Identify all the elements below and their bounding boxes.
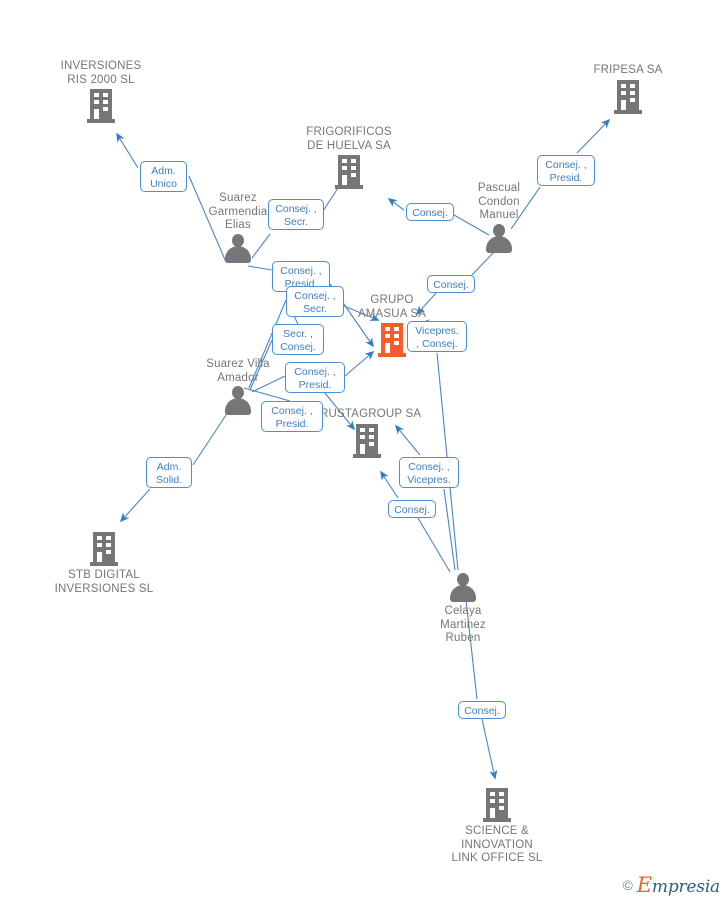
relation-label-consej-vicepres[interactable]: Consej. , Vicepres. bbox=[399, 457, 459, 488]
building-icon bbox=[614, 79, 642, 114]
relation-label-consej-secr-2[interactable]: Consej. , Secr. bbox=[286, 286, 344, 317]
person-icon bbox=[223, 385, 253, 415]
building-icon bbox=[335, 155, 363, 189]
node-science-innovation-link-office-sl[interactable]: SCIENCE & INNOVATION LINK OFFICE SL bbox=[427, 788, 567, 866]
relation-label-consej-presid-4[interactable]: Consej. , Presid. bbox=[537, 155, 595, 186]
relation-label-secr-consej[interactable]: Secr. , Consej. bbox=[272, 324, 324, 355]
relation-label-adm-solid[interactable]: Adm. Solid. bbox=[146, 457, 192, 488]
building-icon-focus bbox=[378, 323, 406, 357]
relation-label-consej-2[interactable]: Consej. bbox=[427, 275, 475, 293]
person-icon bbox=[484, 223, 514, 253]
node-label: STB DIGITAL INVERSIONES SL bbox=[54, 569, 154, 595]
copyright-icon: © bbox=[622, 877, 633, 893]
node-label: Celaya Martinez Ruben bbox=[440, 605, 486, 644]
relation-label-consej-secr[interactable]: Consej. , Secr. bbox=[268, 199, 324, 230]
relation-label-consej-3[interactable]: Consej. bbox=[388, 500, 436, 518]
node-stb-digital-inversiones-sl[interactable]: STB DIGITAL INVERSIONES SL bbox=[34, 532, 174, 596]
relation-label-consej[interactable]: Consej. bbox=[406, 203, 454, 221]
empresia-watermark: © Empresia bbox=[622, 873, 720, 897]
relation-label-consej-presid-2[interactable]: Consej. , Presid. bbox=[285, 362, 345, 393]
building-icon bbox=[353, 423, 381, 458]
node-label: FRIPESA SA bbox=[593, 64, 663, 76]
person-icon bbox=[448, 572, 478, 602]
node-celaya-martinez-ruben[interactable]: Celaya Martinez Ruben bbox=[393, 572, 533, 646]
relation-label-vicepres-consej[interactable]: Vicepres. , Consej. bbox=[407, 321, 467, 352]
node-inversiones-ris-2000-sl[interactable]: INVERSIONES RIS 2000 SL bbox=[31, 60, 171, 123]
relation-label-consej-presid-3[interactable]: Consej. , Presid. bbox=[261, 401, 323, 432]
node-label: FRIGORIFICOS DE HUELVA SA bbox=[306, 126, 392, 152]
person-icon bbox=[223, 233, 253, 263]
brand-rest: mpresia bbox=[651, 877, 720, 897]
brand-name: Empresia bbox=[637, 873, 720, 897]
building-icon bbox=[483, 788, 511, 822]
node-fripesa-sa[interactable]: FRIPESA SA bbox=[558, 64, 698, 114]
node-frigorificos-de-huelva-sa[interactable]: FRIGORIFICOS DE HUELVA SA bbox=[279, 126, 419, 189]
relation-label-adm-unico[interactable]: Adm. Unico bbox=[140, 161, 187, 192]
building-icon bbox=[87, 89, 115, 123]
node-label: SCIENCE & INNOVATION LINK OFFICE SL bbox=[451, 825, 543, 864]
relationship-diagram-canvas: INVERSIONES RIS 2000 SL FRIPESA SA FRIGO… bbox=[0, 0, 728, 905]
node-label: INVERSIONES RIS 2000 SL bbox=[60, 60, 142, 86]
relation-label-consej-4[interactable]: Consej. bbox=[458, 701, 506, 719]
brand-initial: E bbox=[636, 873, 652, 897]
building-icon bbox=[90, 532, 118, 566]
